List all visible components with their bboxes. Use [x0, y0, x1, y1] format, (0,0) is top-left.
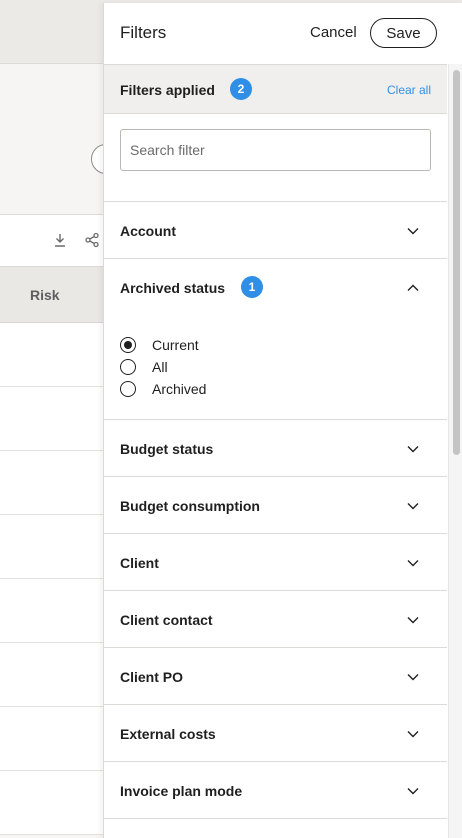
- drawer-title: Filters: [120, 23, 167, 42]
- share-icon[interactable]: [84, 232, 100, 248]
- filter-section-label: Budget status: [120, 441, 214, 457]
- chevron-down-icon: [407, 228, 419, 235]
- archived-status-count-badge: 1: [241, 276, 263, 298]
- chevron-down-icon: [407, 503, 419, 510]
- filter-section-client-po[interactable]: Client PO: [104, 647, 447, 704]
- radio-button[interactable]: [120, 337, 136, 353]
- scrollbar[interactable]: [448, 64, 462, 838]
- chevron-down-icon: [407, 617, 419, 624]
- column-header-risk[interactable]: Risk: [30, 287, 60, 303]
- filters-applied-bar: Filters applied 2 Clear all: [104, 64, 447, 114]
- chevron-down-icon: [407, 446, 419, 453]
- radio-option-current[interactable]: Current: [120, 337, 199, 353]
- filter-section-label: Client: [120, 555, 159, 571]
- filter-section-label: Client contact: [120, 612, 213, 628]
- filter-section-label: External costs: [120, 726, 216, 742]
- chevron-down-icon: [407, 560, 419, 567]
- save-button[interactable]: Save: [370, 18, 437, 48]
- radio-label: Archived: [152, 381, 207, 397]
- drawer-header: Filters Cancel Save: [104, 3, 462, 64]
- filters-drawer: Filters Cancel Save Filters applied 2 Cl…: [103, 3, 462, 838]
- filter-section-label: Invoice plan mode: [120, 783, 243, 799]
- download-icon[interactable]: [52, 232, 68, 248]
- search-filter-input[interactable]: [121, 130, 430, 170]
- filter-section-invoice-plan-mode[interactable]: Invoice plan mode: [104, 761, 447, 818]
- filter-section-label: Budget consumption: [120, 498, 260, 514]
- radio-label: Current: [152, 337, 199, 353]
- filter-section-budget-status[interactable]: Budget status: [104, 419, 447, 476]
- chevron-down-icon: [407, 788, 419, 795]
- chevron-down-icon: [407, 731, 419, 738]
- radio-button[interactable]: [120, 381, 136, 397]
- filter-section-account[interactable]: Account: [104, 201, 447, 258]
- chevron-down-icon: [407, 674, 419, 681]
- filters-applied-label: Filters applied: [120, 82, 215, 98]
- filters-scroll-area: Filters applied 2 Clear all Account Arch…: [104, 64, 462, 838]
- radio-option-all[interactable]: All: [120, 359, 168, 375]
- filter-section-client[interactable]: Client: [104, 533, 447, 590]
- radio-option-archived[interactable]: Archived: [120, 381, 206, 397]
- filter-section-label: Account: [120, 223, 176, 239]
- filter-section-label: Client PO: [120, 669, 184, 685]
- filter-section-client-contact[interactable]: Client contact: [104, 590, 447, 647]
- radio-button[interactable]: [120, 359, 136, 375]
- scrollbar-thumb[interactable]: [453, 70, 460, 455]
- cancel-button[interactable]: Cancel: [310, 24, 357, 41]
- search-filter-field[interactable]: [120, 129, 431, 171]
- chevron-up-icon[interactable]: [406, 281, 420, 295]
- filter-section-next[interactable]: [104, 818, 447, 838]
- filter-section-label: Archived status: [120, 280, 226, 296]
- filter-sections: Account Archived status 1 Current All Ar…: [104, 201, 447, 838]
- clear-all-link[interactable]: Clear all: [387, 83, 431, 97]
- filters-applied-count-badge: 2: [230, 78, 252, 100]
- radio-label: All: [152, 359, 168, 375]
- filter-section-archived-status[interactable]: Archived status 1 Current All Archived: [104, 258, 447, 419]
- filter-section-external-costs[interactable]: External costs: [104, 704, 447, 761]
- filter-section-budget-consumption[interactable]: Budget consumption: [104, 476, 447, 533]
